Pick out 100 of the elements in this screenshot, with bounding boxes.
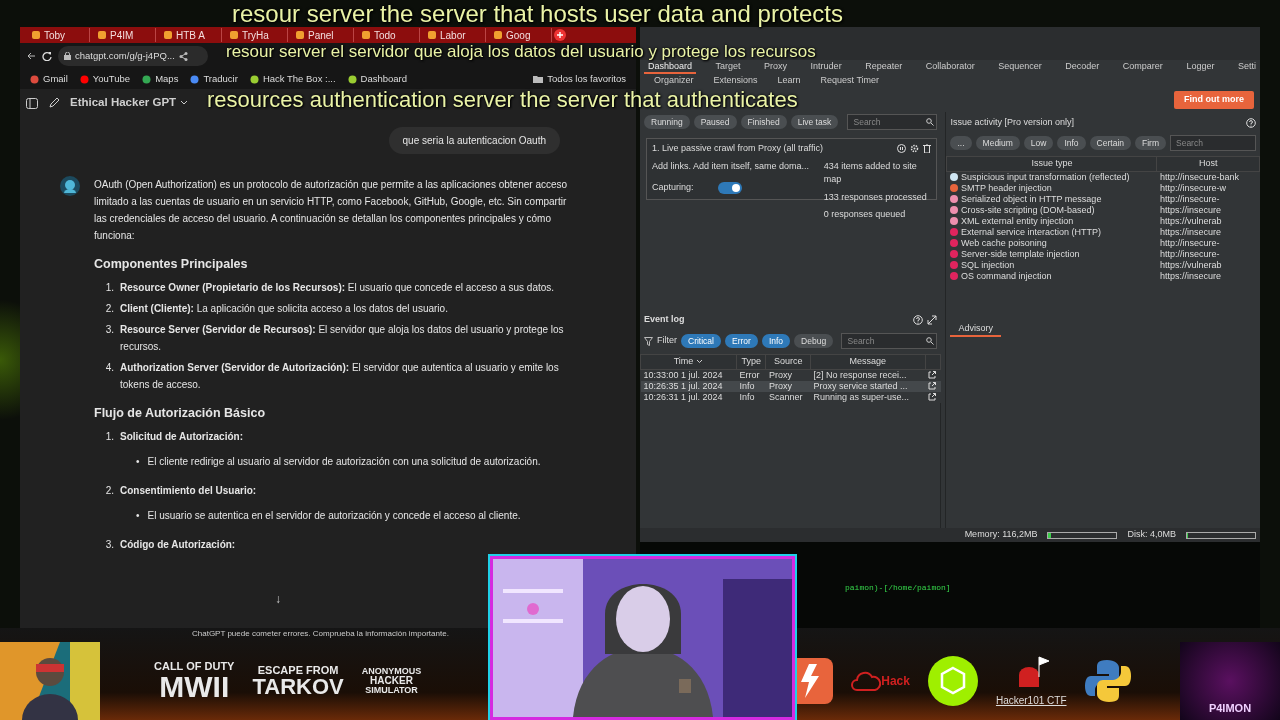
address-bar[interactable]: chatgpt.com/g/g-j4PQ...	[58, 45, 208, 67]
list-item-text: Consentimiento del Usuario:	[120, 484, 257, 498]
sidebar-icon[interactable]	[26, 97, 38, 109]
burp-tab[interactable]: Logger	[1182, 60, 1219, 74]
burp-tab[interactable]: Target	[711, 60, 745, 74]
advisory-tab[interactable]: Advisory	[950, 321, 1001, 337]
column-header[interactable]: Type	[736, 354, 766, 369]
bookmark[interactable]: Dashboard	[347, 71, 408, 87]
reload-icon[interactable]	[42, 51, 52, 61]
search-field[interactable]: Search	[1170, 134, 1256, 152]
issue-filter-chip[interactable]: Low	[1023, 135, 1054, 151]
issue-filter-chip[interactable]: Firm	[1135, 135, 1166, 151]
bookmark-favicon-icon	[249, 74, 259, 84]
task-filter-chip[interactable]: Running	[644, 114, 690, 130]
burp-tab[interactable]: Extensions	[713, 74, 758, 88]
list-number: 2.	[104, 484, 114, 498]
browser-tab[interactable]: Goog	[488, 28, 552, 42]
table-cell-text: http://insecure-	[1159, 193, 1221, 205]
column-header[interactable]: Source	[765, 354, 811, 369]
tab-favicon-icon	[32, 31, 40, 39]
pause-icon[interactable]	[897, 144, 907, 154]
share-icon[interactable]	[178, 51, 188, 61]
task-filter-chip[interactable]: Paused	[693, 114, 737, 130]
terminal-prompt: paimon)-[/home/paimon]	[845, 583, 951, 592]
back-icon[interactable]	[26, 51, 36, 61]
bookmark[interactable]: Maps	[142, 71, 179, 87]
burp-tab[interactable]: Request Timer	[820, 74, 880, 88]
burp-tab[interactable]: Sequencer	[994, 60, 1046, 74]
all-bookmarks-button[interactable]: Todos los favoritos	[533, 71, 626, 87]
search-field[interactable]: Search	[847, 113, 938, 131]
new-chat-icon[interactable]	[48, 97, 60, 109]
burp-tab[interactable]: Learn	[777, 74, 801, 88]
browser-tab[interactable]: P4IM	[92, 28, 156, 42]
column-header[interactable]: Host	[1157, 156, 1260, 171]
burp-tab[interactable]: Decoder	[1061, 60, 1104, 74]
settings-icon[interactable]	[910, 144, 920, 154]
external-link-icon[interactable]	[928, 371, 937, 380]
issue-filter-chip[interactable]: Info	[1057, 135, 1086, 151]
assistant-paragraph: OAuth (Open Authorization) es un protocolo de autorización que permite a las aplicaciones obtener acceso limitado a las cuentas de usuario en un servicio HTTP, como Facebook, GitHub, Google, etc. Sin compartir las credenciales de acceso del usuario. A continuación se detallan los componentes principales y cómo funciona:	[94, 178, 569, 243]
tab-favicon-icon	[428, 31, 436, 39]
table-cell: Scanner	[765, 391, 811, 403]
live-task-button[interactable]: Live task	[790, 114, 839, 130]
browser-tab[interactable]: Todo	[356, 28, 420, 42]
tab-favicon-icon	[296, 31, 304, 39]
expand-icon[interactable]	[927, 315, 938, 325]
bookmark[interactable]: Traducir	[190, 71, 238, 87]
severity-filter-chip[interactable]: Critical	[681, 333, 721, 349]
severity-filter-chip[interactable]: Error	[725, 333, 758, 349]
bookmark-favicon-icon	[30, 74, 39, 84]
help-icon[interactable]	[913, 315, 924, 325]
table-cell-text: https://insecure	[1159, 226, 1222, 238]
list-number: 1.	[104, 430, 114, 444]
list-item-text: El usuario se autentica en el servidor de autorización y concede el acceso al cliente.	[147, 509, 521, 523]
issue-type-text: Server-side template injection	[961, 248, 1080, 259]
burp-tab[interactable]: Organizer	[654, 74, 694, 88]
bookmark[interactable]: Hack The Box :...	[249, 71, 336, 87]
list-item-text: El cliente redirige al usuario al servidor de autorización con una solicitud de autorización.	[147, 455, 541, 469]
capturing-toggle[interactable]	[717, 181, 742, 194]
issue-filter-chip[interactable]: Certain	[1089, 135, 1131, 151]
browser-tab[interactable]: Panel	[290, 28, 354, 42]
sort-icon	[696, 359, 704, 365]
severity-filter-chip[interactable]: Debug	[794, 333, 834, 349]
severity-filter-chip[interactable]: Info	[761, 333, 791, 349]
gpt-title-menu[interactable]: Ethical Hacker GPT	[70, 94, 189, 112]
burp-tab[interactable]: Dashboard	[644, 60, 697, 74]
column-header[interactable]: Message	[810, 354, 926, 369]
burp-tab[interactable]: Collaborator	[921, 60, 979, 74]
browser-tab[interactable]: Toby	[26, 28, 90, 42]
bookmark[interactable]: YouTube	[79, 71, 131, 87]
issue-filter-chip[interactable]: Medium	[975, 135, 1020, 151]
task-filter-chip[interactable]: Finished	[740, 114, 787, 130]
burp-tab[interactable]: Repeater	[861, 60, 907, 74]
column-header[interactable]: Issue type	[947, 156, 1157, 171]
burp-tab[interactable]: Setti	[1233, 60, 1260, 74]
column-header[interactable]: Time	[640, 354, 737, 369]
filter-icon	[644, 336, 653, 346]
issue-filter-chip[interactable]: ...	[950, 135, 972, 151]
new-tab-icon[interactable]	[554, 29, 566, 41]
search-field[interactable]: Search	[841, 332, 938, 350]
task-description: Add links. Add item itself, same doma...	[652, 159, 811, 173]
table-cell-text: http://insecure-	[1159, 237, 1221, 249]
browser-tab[interactable]: Labor	[422, 28, 486, 42]
filter-button[interactable]: Filter	[644, 334, 677, 348]
external-link-icon[interactable]	[928, 382, 937, 391]
burp-tab[interactable]: Comparer	[1118, 60, 1167, 74]
external-link-icon[interactable]	[928, 393, 937, 402]
burp-tab[interactable]: Proxy	[760, 60, 792, 74]
trash-icon[interactable]	[923, 144, 932, 154]
browser-tab[interactable]: HTB A	[158, 28, 222, 42]
hacker101-label[interactable]: Hacker101 CTF	[995, 692, 1067, 708]
help-icon[interactable]	[1246, 118, 1256, 128]
subtitle-caption: resour server el servidor que aloja los datos del usuario y protege los recursos	[226, 43, 816, 60]
table-cell: 10:33:00 1 jul. 2024	[640, 369, 737, 381]
bookmark[interactable]: Gmail	[30, 71, 68, 87]
lock-icon	[64, 52, 71, 60]
issue-type-text: XML external entity injection	[961, 215, 1074, 226]
browser-tab[interactable]: TryHa	[224, 28, 288, 42]
tab-favicon-icon	[230, 31, 238, 39]
burp-tab[interactable]: Intruder	[806, 60, 846, 74]
scroll-down-button[interactable]: ↓	[275, 591, 281, 608]
